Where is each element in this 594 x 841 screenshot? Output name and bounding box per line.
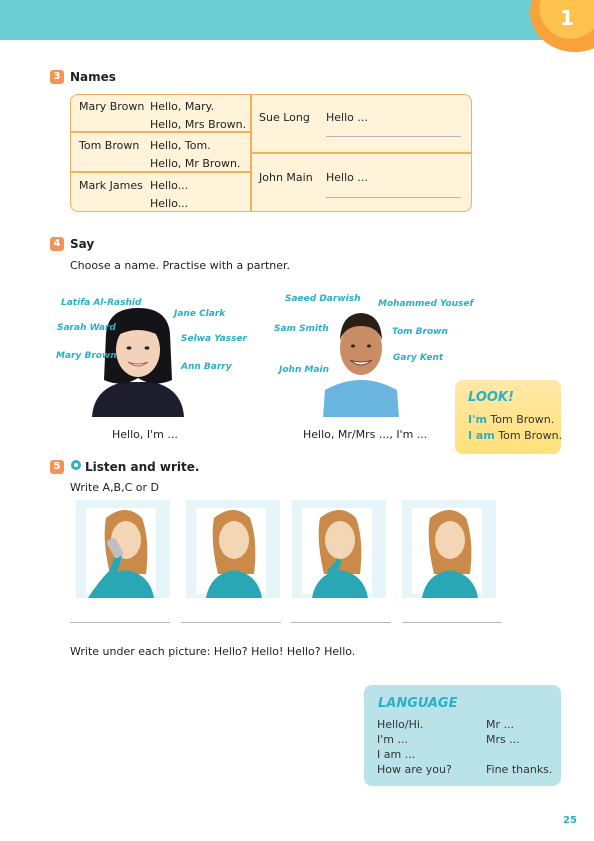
answer-line[interactable] bbox=[326, 136, 461, 137]
greeting-line: Hello... bbox=[150, 179, 189, 192]
name-cue: Mohammed Yousef bbox=[378, 299, 474, 309]
greeting-line: Hello, Mr Brown. bbox=[150, 157, 241, 170]
language-phrase: Hello/Hi. bbox=[377, 718, 424, 731]
greeting-prompt: Hello ... bbox=[326, 171, 368, 184]
name-mary-brown: Mary Brown bbox=[79, 100, 145, 113]
name-mark-james: Mark James bbox=[79, 179, 143, 192]
name-cue: Gary Kent bbox=[393, 353, 444, 363]
look-title: LOOK! bbox=[468, 390, 514, 405]
exercise-5-title: Listen and write. bbox=[85, 460, 200, 474]
look-line-1: I'm Tom Brown. bbox=[468, 413, 554, 426]
language-phrase: I'm ... bbox=[377, 733, 408, 746]
unit-number: 1 bbox=[560, 6, 574, 30]
boy-caption: Hello, Mr/Mrs ..., I'm ... bbox=[303, 428, 428, 441]
picture-b bbox=[186, 500, 280, 598]
look-text: Tom Brown. bbox=[494, 429, 563, 442]
name-sue-long: Sue Long bbox=[259, 111, 310, 124]
name-cue: Mary Brown bbox=[56, 351, 117, 361]
language-phrase: Mrs ... bbox=[486, 733, 520, 746]
name-cue: Sarah Ward bbox=[57, 323, 116, 333]
exercise-4-title: Say bbox=[70, 237, 95, 251]
language-phrase: Fine thanks. bbox=[486, 763, 553, 776]
exercise-4-instruction: Choose a name. Practise with a partner. bbox=[70, 259, 291, 272]
greeting-line: Hello, Mrs Brown. bbox=[150, 118, 247, 131]
answer-line-c[interactable] bbox=[291, 622, 391, 623]
names-table: Mary Brown Hello, Mary. Hello, Mrs Brown… bbox=[70, 94, 472, 212]
answer-line[interactable] bbox=[326, 197, 461, 198]
row-divider bbox=[71, 131, 250, 133]
exercise-5-instruction: Write A,B,C or D bbox=[70, 481, 159, 494]
listening-pictures bbox=[76, 500, 496, 598]
unit-badge: 1 bbox=[530, 0, 594, 52]
greeting-line: Hello... bbox=[150, 197, 189, 210]
exercise-4-number: 4 bbox=[50, 237, 64, 251]
language-phrase: How are you? bbox=[377, 763, 452, 776]
language-title: LANGUAGE bbox=[378, 696, 458, 711]
language-phrase: I am ... bbox=[377, 748, 416, 761]
answer-line-b[interactable] bbox=[181, 622, 281, 623]
name-cue: Saeed Darwish bbox=[285, 294, 361, 304]
table-divider bbox=[250, 95, 252, 211]
greeting-line: Hello, Tom. bbox=[150, 139, 211, 152]
language-phrase: Mr ... bbox=[486, 718, 514, 731]
look-highlight: I am bbox=[468, 429, 495, 442]
exercise-3-number: 3 bbox=[50, 70, 64, 84]
language-box: LANGUAGE Hello/Hi. I'm ... I am ... How … bbox=[364, 685, 561, 786]
look-line-2: I am Tom Brown. bbox=[468, 429, 562, 442]
look-box: LOOK! I'm Tom Brown. I am Tom Brown. bbox=[455, 380, 562, 454]
name-tom-brown: Tom Brown bbox=[79, 139, 140, 152]
row-divider bbox=[71, 171, 250, 173]
top-banner bbox=[0, 0, 594, 40]
greeting-prompt: Hello ... bbox=[326, 111, 368, 124]
picture-c bbox=[292, 500, 386, 598]
greeting-line: Hello, Mary. bbox=[150, 100, 215, 113]
page-number: 25 bbox=[563, 815, 577, 826]
answer-line-a[interactable] bbox=[70, 622, 170, 623]
name-cue: Selwa Yasser bbox=[181, 334, 247, 344]
row-divider bbox=[250, 152, 471, 154]
name-cue: Ann Barry bbox=[181, 362, 232, 372]
boy-photo bbox=[323, 308, 399, 417]
picture-d bbox=[402, 500, 496, 598]
name-cue: Tom Brown bbox=[392, 327, 448, 337]
name-john-main: John Main bbox=[259, 171, 313, 184]
look-highlight: I'm bbox=[468, 413, 487, 426]
exercise-3-title: Names bbox=[70, 70, 116, 84]
name-cue: Sam Smith bbox=[274, 324, 329, 334]
name-cue: Jane Clark bbox=[174, 309, 226, 319]
name-cue: John Main bbox=[279, 365, 330, 375]
answer-line-d[interactable] bbox=[402, 622, 502, 623]
picture-a bbox=[76, 500, 170, 598]
girl-caption: Hello, I'm ... bbox=[112, 428, 178, 441]
audio-cd-icon bbox=[71, 460, 81, 470]
look-text: Tom Brown. bbox=[486, 413, 555, 426]
exercise-5-number: 5 bbox=[50, 460, 64, 474]
name-cue: Latifa Al-Rashid bbox=[61, 298, 142, 308]
exercise-5-footer-instruction: Write under each picture: Hello? Hello! … bbox=[70, 645, 356, 658]
